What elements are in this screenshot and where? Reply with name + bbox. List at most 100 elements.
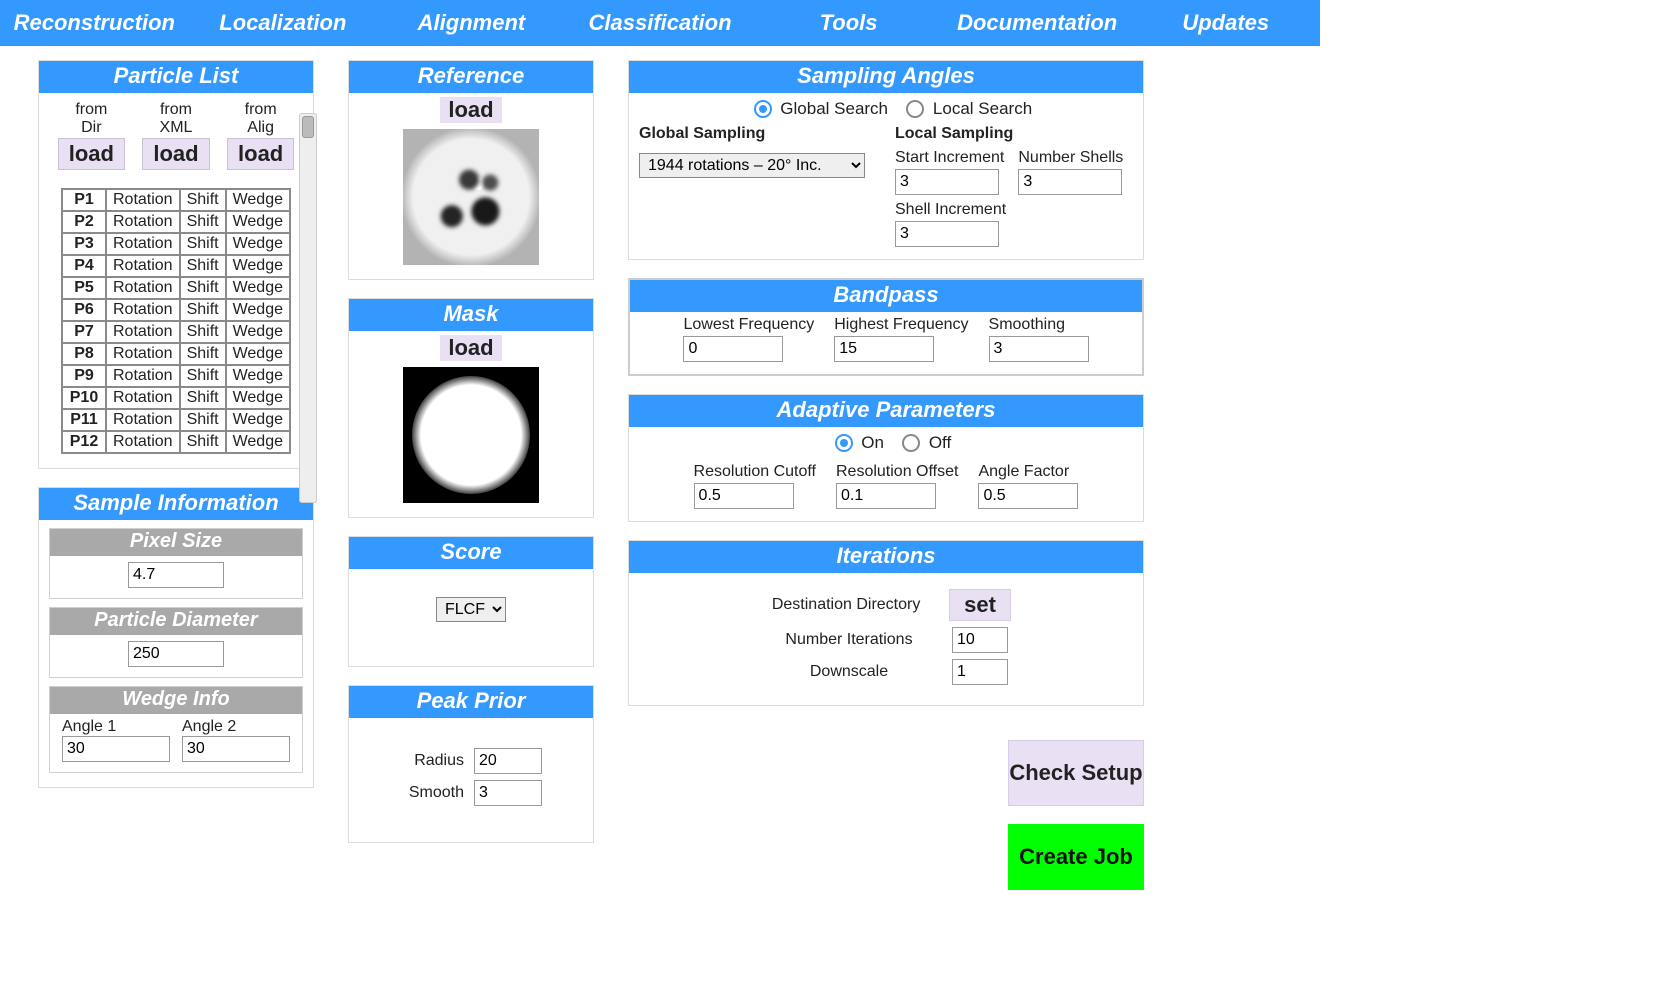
particle-rotation-cell[interactable]: Rotation	[106, 211, 180, 233]
particle-shift-cell[interactable]: Shift	[180, 321, 226, 343]
smooth-input[interactable]	[474, 780, 542, 806]
particle-wedge-cell[interactable]: Wedge	[226, 365, 290, 387]
mask-load-button[interactable]: load	[440, 335, 501, 361]
particle-shift-cell[interactable]: Shift	[180, 343, 226, 365]
global-sampling-select[interactable]: 1944 rotations – 20° Inc.	[639, 153, 865, 178]
from-dir-label: from Dir	[53, 101, 129, 136]
particle-rotation-cell[interactable]: Rotation	[106, 387, 180, 409]
particle-wedge-cell[interactable]: Wedge	[226, 409, 290, 431]
table-row: P2RotationShiftWedge	[62, 211, 290, 233]
number-shells-label: Number Shells	[1018, 149, 1123, 167]
particle-shift-cell[interactable]: Shift	[180, 189, 226, 211]
global-search-radio[interactable]	[754, 100, 772, 118]
particle-id-cell[interactable]: P12	[62, 431, 106, 453]
angle-factor-input[interactable]	[978, 483, 1078, 509]
particle-rotation-cell[interactable]: Rotation	[106, 321, 180, 343]
shell-increment-input[interactable]	[895, 221, 999, 247]
particle-rotation-cell[interactable]: Rotation	[106, 365, 180, 387]
lowest-freq-input[interactable]	[683, 336, 783, 362]
particle-id-cell[interactable]: P5	[62, 277, 106, 299]
start-increment-input[interactable]	[895, 169, 999, 195]
res-cutoff-input[interactable]	[694, 483, 794, 509]
load-from-alig-button[interactable]: load	[227, 138, 294, 170]
score-select[interactable]: FLCF	[436, 597, 506, 622]
particle-rotation-cell[interactable]: Rotation	[106, 343, 180, 365]
particle-shift-cell[interactable]: Shift	[180, 431, 226, 453]
reference-load-button[interactable]: load	[440, 97, 501, 123]
create-job-button[interactable]: Create Job	[1008, 824, 1144, 890]
particle-wedge-cell[interactable]: Wedge	[226, 387, 290, 409]
particle-id-cell[interactable]: P7	[62, 321, 106, 343]
particle-id-cell[interactable]: P6	[62, 299, 106, 321]
from-xml-label: from XML	[138, 101, 214, 136]
table-row: P8RotationShiftWedge	[62, 343, 290, 365]
particle-id-cell[interactable]: P3	[62, 233, 106, 255]
scrollbar-thumb[interactable]	[302, 116, 314, 138]
smoothing-input[interactable]	[989, 336, 1089, 362]
pixel-size-input[interactable]	[128, 562, 224, 588]
load-from-xml-button[interactable]: load	[142, 138, 209, 170]
particle-shift-cell[interactable]: Shift	[180, 387, 226, 409]
particle-diameter-input[interactable]	[128, 641, 224, 667]
particle-id-cell[interactable]: P10	[62, 387, 106, 409]
check-setup-button[interactable]: Check Setup	[1008, 740, 1144, 806]
particle-rotation-cell[interactable]: Rotation	[106, 255, 180, 277]
nav-documentation[interactable]: Documentation	[943, 10, 1132, 36]
particle-list-panel: Particle List from Dir load from XML loa…	[38, 60, 314, 469]
highest-freq-input[interactable]	[834, 336, 934, 362]
nav-alignment[interactable]: Alignment	[377, 10, 566, 36]
bandpass-panel: Bandpass Lowest Frequency Highest Freque…	[628, 278, 1144, 376]
radius-label: Radius	[400, 752, 464, 770]
angle1-input[interactable]	[62, 736, 170, 762]
particle-rotation-cell[interactable]: Rotation	[106, 233, 180, 255]
niter-input[interactable]	[952, 627, 1008, 653]
top-navbar: Reconstruction Localization Alignment Cl…	[0, 0, 1320, 46]
table-row: P7RotationShiftWedge	[62, 321, 290, 343]
particle-id-cell[interactable]: P4	[62, 255, 106, 277]
particle-id-cell[interactable]: P11	[62, 409, 106, 431]
particle-shift-cell[interactable]: Shift	[180, 365, 226, 387]
particle-wedge-cell[interactable]: Wedge	[226, 277, 290, 299]
nav-reconstruction[interactable]: Reconstruction	[0, 10, 189, 36]
angle2-input[interactable]	[182, 736, 290, 762]
particle-wedge-cell[interactable]: Wedge	[226, 255, 290, 277]
mask-title: Mask	[349, 299, 593, 331]
particle-wedge-cell[interactable]: Wedge	[226, 343, 290, 365]
particle-id-cell[interactable]: P8	[62, 343, 106, 365]
particle-rotation-cell[interactable]: Rotation	[106, 409, 180, 431]
particle-shift-cell[interactable]: Shift	[180, 211, 226, 233]
particle-id-cell[interactable]: P1	[62, 189, 106, 211]
particle-rotation-cell[interactable]: Rotation	[106, 431, 180, 453]
particle-rotation-cell[interactable]: Rotation	[106, 299, 180, 321]
particle-list-scrollbar[interactable]	[299, 113, 317, 503]
particle-wedge-cell[interactable]: Wedge	[226, 321, 290, 343]
global-search-label: Global Search	[780, 99, 888, 118]
load-from-dir-button[interactable]: load	[58, 138, 125, 170]
adaptive-off-radio[interactable]	[902, 434, 920, 452]
nav-updates[interactable]: Updates	[1131, 10, 1320, 36]
particle-rotation-cell[interactable]: Rotation	[106, 189, 180, 211]
radius-input[interactable]	[474, 748, 542, 774]
particle-wedge-cell[interactable]: Wedge	[226, 189, 290, 211]
particle-id-cell[interactable]: P9	[62, 365, 106, 387]
nav-classification[interactable]: Classification	[566, 10, 755, 36]
particle-wedge-cell[interactable]: Wedge	[226, 299, 290, 321]
particle-id-cell[interactable]: P2	[62, 211, 106, 233]
res-offset-input[interactable]	[836, 483, 936, 509]
adaptive-on-radio[interactable]	[835, 434, 853, 452]
local-search-radio[interactable]	[906, 100, 924, 118]
particle-shift-cell[interactable]: Shift	[180, 299, 226, 321]
particle-shift-cell[interactable]: Shift	[180, 255, 226, 277]
particle-wedge-cell[interactable]: Wedge	[226, 211, 290, 233]
particle-rotation-cell[interactable]: Rotation	[106, 277, 180, 299]
particle-shift-cell[interactable]: Shift	[180, 277, 226, 299]
particle-shift-cell[interactable]: Shift	[180, 409, 226, 431]
particle-wedge-cell[interactable]: Wedge	[226, 431, 290, 453]
nav-tools[interactable]: Tools	[754, 10, 943, 36]
dest-dir-set-button[interactable]: set	[949, 589, 1011, 621]
particle-wedge-cell[interactable]: Wedge	[226, 233, 290, 255]
particle-shift-cell[interactable]: Shift	[180, 233, 226, 255]
number-shells-input[interactable]	[1018, 169, 1122, 195]
nav-localization[interactable]: Localization	[189, 10, 378, 36]
downscale-input[interactable]	[952, 659, 1008, 685]
